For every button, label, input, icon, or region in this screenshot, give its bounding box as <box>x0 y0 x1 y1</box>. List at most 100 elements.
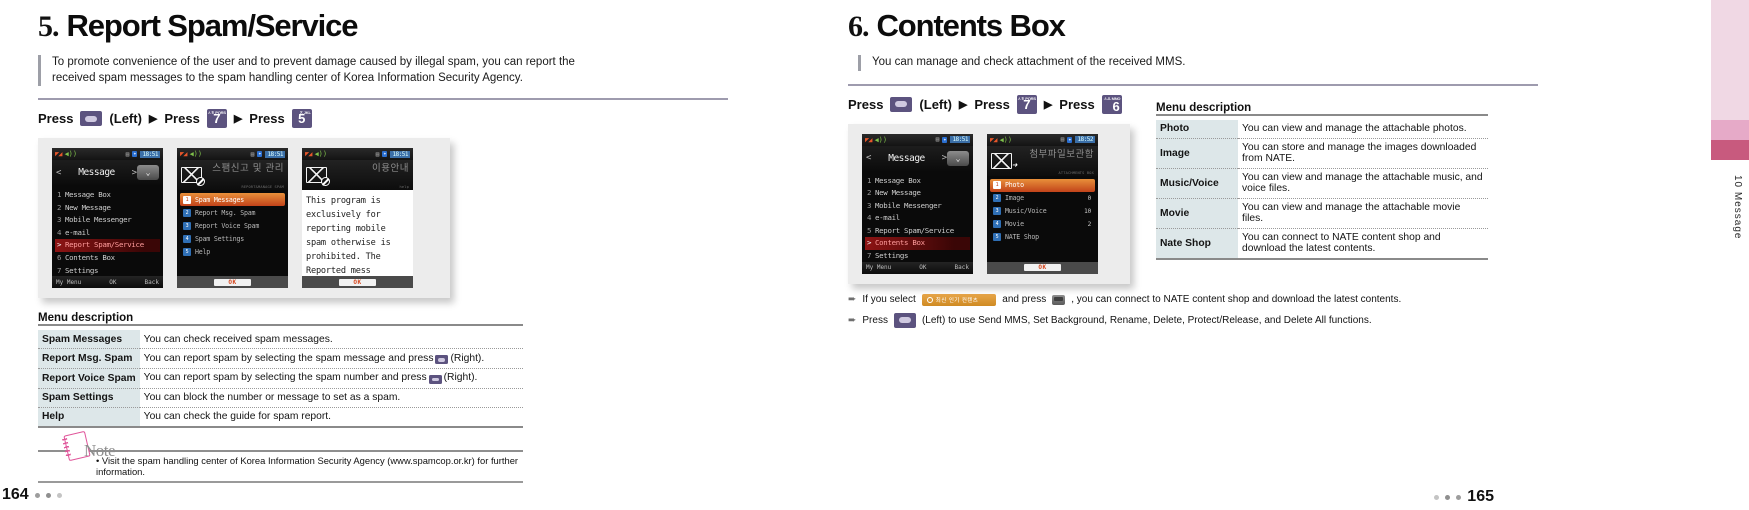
clock-label: 18:51 <box>265 150 285 158</box>
list-item[interactable]: 4 e-mail <box>865 212 970 225</box>
list-item-selected[interactable]: > Contents Box <box>865 237 970 251</box>
softkey-right[interactable]: Back <box>145 279 159 286</box>
clock-label: 18:52 <box>1075 136 1095 143</box>
list-item[interactable]: 6 Contents Box <box>55 252 160 265</box>
nav-key-label: (Left) <box>919 96 952 112</box>
chevron-down-icon[interactable]: ⌄ <box>137 165 159 180</box>
arrow-icon-1: ▶ <box>148 113 158 125</box>
row-desc: You can connect to NATE content shop and… <box>1242 232 1441 254</box>
lock-icon: ▤ <box>935 136 940 143</box>
list-item[interactable]: 3 Mobile Messenger <box>865 200 970 213</box>
banner-korean-label: 첨부파일보관함 <box>1029 148 1094 160</box>
arrow-icon-1: ▶ <box>958 98 968 111</box>
nate-contents-chip[interactable]: 최신 인기 컨텐츠 <box>921 293 997 306</box>
key-6-digit: 6 <box>1112 98 1120 114</box>
phone-title-label: Message <box>888 152 925 164</box>
arrow-bullet-icon: ➨ <box>848 294 857 305</box>
key-5-icon[interactable]: 5 ㅈ JKL <box>291 109 312 128</box>
list-item[interactable]: 3 Report Voice Spam <box>180 219 285 232</box>
signal-icon: ◤◢ <box>55 150 63 158</box>
softkey-left[interactable]: My Menu <box>56 279 81 286</box>
key-5-sub: ㅈ JKL <box>299 110 311 115</box>
signal-icon: ◤◢ <box>305 150 313 158</box>
bluetooth-icon: ✦ <box>1067 136 1073 143</box>
banner-korean-label: 이용안내 <box>372 163 409 175</box>
list-item[interactable]: 4 e-mail <box>55 227 160 240</box>
bluetooth-icon: ✦ <box>942 136 948 143</box>
key-7-icon[interactable]: 7 ㅅㅎ PQRS <box>206 109 227 128</box>
row-key: Music/Voice <box>1156 168 1238 198</box>
key-7-icon[interactable]: 7 ㅅㅎ PQRS <box>1016 94 1037 114</box>
menu-description-table: Spam Messages You can check received spa… <box>38 330 523 426</box>
row-key: Report Msg. Spam <box>38 348 140 369</box>
right-section-heading: 6. Contents Box <box>848 8 1580 44</box>
bluetooth-icon: ✦ <box>382 151 388 157</box>
lock-icon: ▤ <box>125 150 130 158</box>
menu-description-title: Menu description <box>38 312 134 324</box>
softkey-left[interactable]: My Menu <box>866 264 891 271</box>
phone-screen-spam-menu: ◤◢ ◀)) ▤ ✦ 18:51 스팸신고 및 관리 REPORT&MANAGE… <box>177 148 288 288</box>
list-item[interactable]: 2 Report Msg. Spam <box>180 206 285 219</box>
left-folio: 164 <box>2 486 62 504</box>
row-key: Report Voice Spam <box>38 368 140 388</box>
row-key: Nate Shop <box>1156 228 1238 258</box>
row-key: Spam Settings <box>38 388 140 407</box>
press-label-2: Press <box>164 111 200 126</box>
ok-button[interactable]: OK <box>339 278 376 286</box>
list-item[interactable]: 5 Report Spam/Service <box>865 225 970 238</box>
softkey-center[interactable]: OK <box>109 279 116 286</box>
status-bar: ◤◢ ◀)) ▤ ✦ 18:51 <box>52 148 163 160</box>
list-item-selected[interactable]: > Report Spam/Service <box>55 239 160 252</box>
rail-block-bottom <box>1711 160 1749 510</box>
note-badge: Note <box>63 430 121 461</box>
right-section-title: Contents Box <box>876 8 1066 43</box>
key-7-sub: ㅅㅎ PQRS <box>207 110 226 115</box>
nav-key-icon[interactable] <box>80 111 103 126</box>
manual-page-spread: 5. Report Spam/Service To promote conven… <box>0 0 1749 510</box>
chevron-down-icon[interactable]: ⌄ <box>947 150 969 166</box>
nav-key-icon[interactable] <box>890 96 913 112</box>
list-item[interactable]: 3 Mobile Messenger <box>55 214 160 227</box>
list-item[interactable]: 4 Movie 2 <box>990 218 1095 231</box>
lock-icon: ▤ <box>375 150 380 158</box>
list-item-selected[interactable]: 1 Photo <box>990 178 1095 192</box>
bluetooth-icon: ✦ <box>132 151 138 157</box>
signal-icon: ◤◢ <box>865 135 873 144</box>
softkey-right[interactable]: Back <box>955 264 969 271</box>
list-item[interactable]: 3 Music/Voice 10 <box>990 205 1095 218</box>
list-item[interactable]: 5 NATE Shop <box>990 231 1095 244</box>
softkey-center[interactable]: OK <box>919 264 926 271</box>
press-label-1: Press <box>848 96 884 112</box>
list-item[interactable]: 5 Help <box>180 245 285 258</box>
ok-button[interactable]: OK <box>214 278 251 286</box>
list-item[interactable]: 2 New Message <box>865 187 970 200</box>
left-divider <box>38 98 728 100</box>
bullet-note-1: ➨ If you select 최신 인기 컨텐츠 and press , yo… <box>848 293 1580 306</box>
list-item[interactable]: 2 Image 0 <box>990 192 1095 205</box>
list-item[interactable]: 4 Spam Settings <box>180 232 285 245</box>
softkey-bar: My Menu OK Back <box>52 276 163 288</box>
left-section-title: Report Spam/Service <box>66 8 359 43</box>
row-key: Photo <box>1156 119 1238 138</box>
left-section-heading: 5. Report Spam/Service <box>38 8 762 44</box>
list-item-selected[interactable]: 1 Spam Messages <box>180 193 285 206</box>
list-item[interactable]: 1 Message Box <box>55 189 160 202</box>
speaker-icon: ◀)) <box>999 135 1013 144</box>
nav-key-icon <box>893 312 916 328</box>
banner-english-label: REPORT&MANAGE SPAM <box>241 185 284 189</box>
right-screenshot-panel: ◤◢ ◀)) ▤ ✦ 18:51 < Message > ⌄ 1 Message… <box>848 123 1130 284</box>
rail-block-top <box>1711 0 1749 120</box>
bullet-note-2: ➨ Press (Left) to use Send MMS, Set Back… <box>848 312 1580 328</box>
envelope-block-icon <box>181 167 205 186</box>
table-row: Music/Voice You can view and manage the … <box>1156 168 1488 198</box>
bullet-2-before: Press <box>862 314 888 326</box>
row-desc: You can view and manage the attachable m… <box>1242 202 1461 224</box>
list-item[interactable]: 2 New Message <box>55 202 160 215</box>
list-item[interactable]: 1 Message Box <box>865 175 970 188</box>
ok-button[interactable]: OK <box>1024 264 1061 271</box>
right-menu-description: Menu description Photo You can view and … <box>1156 102 1488 260</box>
banner-english-label: ATTACHMENTS BOX <box>1058 170 1094 175</box>
left-section-number: 5. <box>38 10 59 43</box>
key-6-icon[interactable]: 6 ㅗㅛ MNO <box>1101 94 1122 114</box>
bullet-2-after: (Left) to use Send MMS, Set Background, … <box>921 314 1372 326</box>
